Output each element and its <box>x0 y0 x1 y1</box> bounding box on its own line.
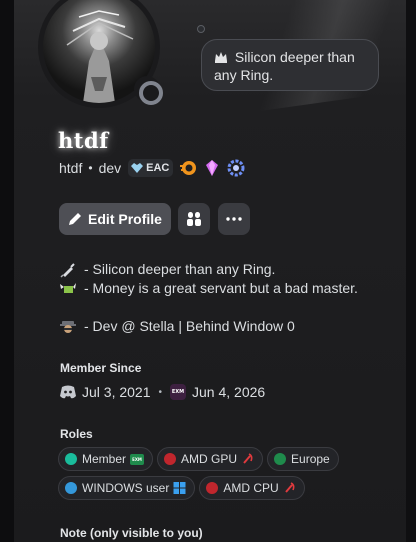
role-label: Europe <box>291 452 330 466</box>
boost-gem-icon[interactable] <box>203 159 221 177</box>
role-label: WINDOWS user <box>82 481 170 495</box>
bubble-tail-dot <box>197 25 205 33</box>
server-icon: EXM <box>170 384 187 400</box>
role-color-dot <box>65 482 77 494</box>
member-since-title: Member Since <box>60 361 142 375</box>
server-join-date: Jun 4, 2026 <box>192 384 266 400</box>
role-label: AMD CPU <box>223 481 279 495</box>
heart-gem-icon <box>131 163 144 173</box>
roles-list: Member EXM AMD GPU Europe WINDOWS user A… <box>58 447 398 500</box>
friends-icon <box>187 212 201 226</box>
bio-spacer <box>60 298 400 317</box>
bio: - Silicon deeper than any Ring. - Money … <box>60 260 400 336</box>
edit-profile-label: Edit Profile <box>88 211 162 227</box>
role-amd-cpu[interactable]: AMD CPU <box>199 476 305 500</box>
display-name: htdf <box>58 128 109 153</box>
status-bubble-text: Silicon deeper than any Ring. <box>214 49 355 83</box>
role-color-dot <box>274 453 287 465</box>
discord-join-date: Jul 3, 2021 <box>82 384 151 400</box>
money-wings-emoji-icon <box>60 282 76 293</box>
discord-icon <box>60 385 76 399</box>
scrollbar-track[interactable] <box>406 0 416 542</box>
server-tag[interactable]: EAC <box>128 159 174 177</box>
roles-title: Roles <box>60 427 93 441</box>
hammer-sickle-icon <box>284 482 295 493</box>
more-icon <box>226 217 242 221</box>
more-options-button[interactable] <box>218 203 250 235</box>
hammer-sickle-icon <box>243 453 253 464</box>
member-role-icon-label: EXM <box>132 456 142 462</box>
edit-profile-button[interactable]: Edit Profile <box>59 203 171 235</box>
bio-line: - Silicon deeper than any Ring. <box>60 260 400 279</box>
bio-line: - Money is a great servant but a bad mas… <box>60 279 400 298</box>
role-label: AMD GPU <box>181 452 238 466</box>
separator-dot: • <box>88 161 93 175</box>
bio-line: - Dev @ Stella | Behind Window 0 <box>60 317 400 336</box>
note-title: Note (only visible to you) <box>60 526 203 540</box>
member-role-icon: EXM <box>130 453 145 465</box>
status-bubble[interactable]: Silicon deeper than any Ring. <box>201 39 379 91</box>
username-row: htdf • dev EAC <box>59 159 245 177</box>
profile-card: Silicon deeper than any Ring. htdf htdf … <box>14 0 406 542</box>
windows-logo-icon <box>173 482 186 494</box>
role-amd-gpu[interactable]: AMD GPU <box>157 447 264 471</box>
role-color-dot <box>206 482 219 494</box>
nitro-badge-icon[interactable] <box>179 159 197 177</box>
quest-badge-icon[interactable] <box>227 159 245 177</box>
role-color-dot <box>164 453 177 465</box>
username[interactable]: htdf <box>59 160 82 176</box>
role-windows-user[interactable]: WINDOWS user <box>58 476 196 500</box>
separator-dot: • <box>158 386 163 398</box>
server-icon-label: EXM <box>171 389 185 395</box>
crown-icon <box>215 52 227 63</box>
role-label: Member <box>82 452 127 466</box>
syringe-emoji-icon <box>60 262 75 278</box>
pencil-icon <box>69 213 82 225</box>
detective-emoji-icon <box>60 320 76 333</box>
bio-text: - Silicon deeper than any Ring. <box>84 261 276 277</box>
role-color-dot <box>65 453 77 465</box>
server-tag-label: EAC <box>146 162 170 174</box>
status-indicator <box>134 76 163 105</box>
bio-text: - Money is a great servant but a bad mas… <box>84 280 358 296</box>
left-panel-edge <box>0 0 14 542</box>
member-since-row: Jul 3, 2021 • EXM Jun 4, 2026 <box>60 382 265 402</box>
pronoun-tag: dev <box>98 160 122 176</box>
bio-text: - Dev @ Stella | Behind Window 0 <box>84 318 295 334</box>
role-member[interactable]: Member EXM <box>58 447 154 471</box>
role-europe[interactable]: Europe <box>267 447 339 471</box>
friends-button[interactable] <box>178 203 210 235</box>
